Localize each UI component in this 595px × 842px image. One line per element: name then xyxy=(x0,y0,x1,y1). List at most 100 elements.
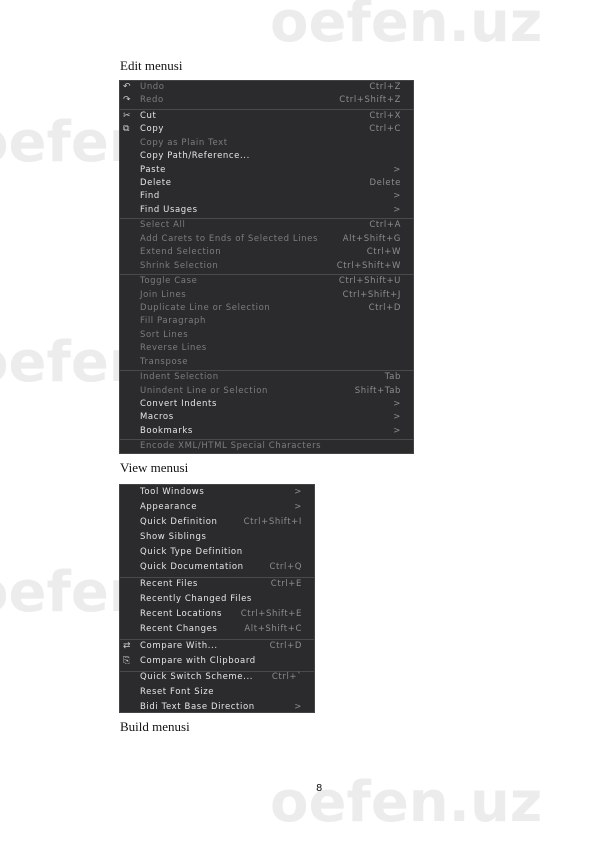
menu-item-shortcut: Tab xyxy=(384,372,401,383)
menu-item-label: Macros xyxy=(140,412,174,423)
menu-item-label: Show Siblings xyxy=(140,531,207,542)
menu-item[interactable]: Quick Switch Scheme... Ctrl+` xyxy=(120,671,314,684)
menu-item-label: Delete xyxy=(140,178,172,188)
redo-icon: ↷ xyxy=(123,95,132,106)
menu-item[interactable]: Recently Changed Files xyxy=(120,593,314,606)
menu-item-shortcut: Ctrl+A xyxy=(369,220,401,231)
menu-item-label: Reverse Lines xyxy=(140,343,207,354)
menu-item[interactable]: ↷ Redo Ctrl+Shift+Z xyxy=(120,94,413,107)
menu-item-label: Encode XML/HTML Special Characters xyxy=(140,441,322,452)
menu-item-shortcut: Ctrl+C xyxy=(369,124,401,135)
menu-item[interactable]: Convert Indents > xyxy=(120,398,413,411)
menu-item-label: Quick Definition xyxy=(140,516,218,527)
submenu-arrow-icon: > xyxy=(393,412,401,423)
edit-menu-screenshot: ↶ Undo Ctrl+Z ↷ Redo Ctrl+Shift+Z ✂ Cut Ctrl+X ⧉ C… xyxy=(119,80,414,454)
submenu-arrow-icon: > xyxy=(393,425,401,436)
menu-item-shortcut: Ctrl+X xyxy=(369,111,401,121)
menu-item[interactable]: Unindent Line or Selection Shift+Tab xyxy=(120,385,413,398)
menu-item-label: Recent Files xyxy=(140,578,198,589)
menu-item-label: Find xyxy=(140,191,160,202)
menu-item[interactable]: Sort Lines xyxy=(120,329,413,342)
menu-item[interactable]: Quick Documentation Ctrl+Q xyxy=(120,561,314,574)
menu-item-label: Indent Selection xyxy=(140,372,219,383)
menu-item[interactable]: Transpose xyxy=(120,356,413,369)
menu-item[interactable]: Quick Type Definition xyxy=(120,546,314,559)
menu-item[interactable]: ⧉ Copy Ctrl+C xyxy=(120,123,413,136)
view-menu-caption: View menusi xyxy=(120,460,189,475)
menu-item[interactable]: Copy as Plain Text xyxy=(120,137,413,150)
submenu-arrow-icon: > xyxy=(393,399,401,409)
menu-item[interactable]: Macros > xyxy=(120,411,413,424)
menu-item[interactable]: Appearance > xyxy=(120,501,314,514)
menu-item-label: Undo xyxy=(140,82,165,92)
submenu-arrow-icon: > xyxy=(294,501,302,512)
menu-item[interactable]: ⇄ Compare With... Ctrl+D xyxy=(120,640,314,653)
view-menu-screenshot: Tool Windows > Appearance > Quick Definition… xyxy=(119,484,315,713)
menu-item-shortcut: Ctrl+D xyxy=(269,640,302,651)
menu-item-label: Quick Type Definition xyxy=(140,546,243,557)
menu-item[interactable]: Quick Definition Ctrl+Shift+I xyxy=(120,516,314,529)
menu-item[interactable]: Recent Locations Ctrl+Shift+E xyxy=(120,608,314,621)
menu-item-shortcut: Ctrl+Z xyxy=(369,82,401,92)
menu-item[interactable]: Bidi Text Base Direction > xyxy=(120,701,314,714)
menu-item-shortcut: Ctrl+W xyxy=(366,247,401,258)
watermark: oefen.uz xyxy=(270,770,543,835)
menu-item[interactable]: Reset Font Size xyxy=(120,686,314,699)
menu-item-shortcut: Ctrl+Shift+W xyxy=(336,260,401,271)
menu-item[interactable]: Find Usages > xyxy=(120,204,413,217)
menu-item[interactable]: Bookmarks > xyxy=(120,425,413,438)
menu-item[interactable]: Copy Path/Reference... xyxy=(120,150,413,163)
menu-item[interactable]: Duplicate Line or Selection Ctrl+D xyxy=(120,302,413,315)
menu-item-label: Unindent Line or Selection xyxy=(140,385,268,396)
menu-item-label: Copy xyxy=(140,124,164,135)
submenu-arrow-icon: > xyxy=(294,486,302,497)
menu-item[interactable]: ↶ Undo Ctrl+Z xyxy=(120,81,413,94)
menu-item-label: Copy Path/Reference... xyxy=(140,151,250,162)
menu-item-shortcut: Ctrl+Shift+U xyxy=(338,276,401,287)
menu-item[interactable]: Fill Paragraph xyxy=(120,315,413,328)
menu-item[interactable]: Recent Files Ctrl+E xyxy=(120,578,314,591)
menu-item[interactable]: Shrink Selection Ctrl+Shift+W xyxy=(120,260,413,273)
menu-item[interactable]: Add Carets to Ends of Selected Lines Alt+… xyxy=(120,233,413,246)
clipboard-compare-icon: ⎘ xyxy=(123,655,131,666)
menu-item[interactable]: Reverse Lines xyxy=(120,342,413,355)
menu-item-label: Add Carets to Ends of Selected Lines xyxy=(140,233,319,244)
menu-item[interactable]: Encode XML/HTML Special Characters xyxy=(120,440,413,453)
menu-item[interactable]: Indent Selection Tab xyxy=(120,371,413,384)
menu-item-label: Compare with Clipboard xyxy=(140,655,256,666)
menu-item-label: Extend Selection xyxy=(140,247,222,258)
submenu-arrow-icon: > xyxy=(393,204,401,215)
menu-item[interactable]: ⎘ Compare with Clipboard xyxy=(120,655,314,668)
edit-menu-caption: Edit menusi xyxy=(120,58,183,73)
menu-item[interactable]: Delete Delete xyxy=(120,177,413,190)
menu-item-label: Recently Changed Files xyxy=(140,593,252,604)
menu-item[interactable]: Find > xyxy=(120,190,413,203)
menu-item-label: Sort Lines xyxy=(140,329,189,340)
menu-item[interactable]: Select All Ctrl+A xyxy=(120,219,413,232)
watermark: oefen.uz xyxy=(270,0,543,55)
menu-item-label: Quick Switch Scheme... xyxy=(140,672,254,683)
menu-item[interactable]: Toggle Case Ctrl+Shift+U xyxy=(120,275,413,288)
menu-item[interactable]: Show Siblings xyxy=(120,531,314,544)
menu-item-label: Copy as Plain Text xyxy=(140,137,228,148)
menu-item-shortcut: Ctrl+E xyxy=(270,578,302,589)
menu-item[interactable]: Recent Changes Alt+Shift+C xyxy=(120,623,314,636)
menu-item[interactable]: Paste > xyxy=(120,164,413,177)
compare-icon: ⇄ xyxy=(123,640,132,651)
menu-item-shortcut: Ctrl+Shift+Z xyxy=(339,95,401,106)
menu-item-label: Quick Documentation xyxy=(140,562,244,572)
menu-item-label: Shrink Selection xyxy=(140,260,219,271)
menu-item-label: Select All xyxy=(140,220,186,231)
page-number: 8 xyxy=(316,783,323,794)
menu-item-label: Appearance xyxy=(140,501,198,512)
menu-item-label: Recent Locations xyxy=(140,608,223,619)
menu-item[interactable]: ✂ Cut Ctrl+X xyxy=(120,110,413,123)
menu-item-label: Convert Indents xyxy=(140,399,217,409)
menu-item-shortcut: Shift+Tab xyxy=(354,385,401,396)
menu-item[interactable]: Extend Selection Ctrl+W xyxy=(120,246,413,259)
menu-item-label: Recent Changes xyxy=(140,623,218,634)
document-page: oefen.uz oefen.uz oefen.uz oefen.uz oefe… xyxy=(0,0,595,842)
menu-item-label: Join Lines xyxy=(140,289,187,300)
menu-item[interactable]: Join Lines Ctrl+Shift+J xyxy=(120,289,413,302)
menu-item[interactable]: Tool Windows > xyxy=(120,486,314,499)
